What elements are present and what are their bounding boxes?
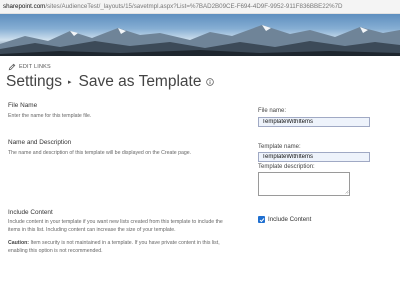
template-name-label: Template name: bbox=[258, 144, 301, 150]
pencil-icon bbox=[8, 63, 16, 70]
file-name-label: File name: bbox=[258, 108, 287, 114]
section-desc-name-description: The name and description of this templat… bbox=[8, 150, 192, 156]
template-name-input[interactable] bbox=[258, 152, 370, 162]
section-desc-file-name: Enter the name for this template file. bbox=[8, 113, 92, 119]
include-content-option[interactable]: Include Content bbox=[258, 215, 311, 224]
section-title-file-name: File Name bbox=[8, 102, 38, 109]
edit-links-button[interactable]: EDIT LINKS bbox=[8, 62, 51, 71]
section-title-include-content: Include Content bbox=[8, 209, 53, 216]
triangle-right-icon: ▸ bbox=[68, 79, 72, 86]
template-description-textarea[interactable] bbox=[258, 172, 350, 196]
info-icon[interactable] bbox=[206, 78, 215, 86]
checkmark-icon bbox=[259, 217, 264, 222]
page-title: Save as Template bbox=[78, 73, 202, 90]
include-content-checkbox[interactable] bbox=[258, 216, 265, 223]
file-name-input[interactable] bbox=[258, 117, 370, 127]
page-title-breadcrumb: Settings ▸ Save as Template bbox=[6, 71, 215, 93]
caution-text: Item security is not maintained in a tem… bbox=[8, 240, 220, 254]
caution-label: Caution: bbox=[8, 240, 30, 246]
template-description-label: Template description: bbox=[258, 164, 315, 170]
section-desc-include-content: Include content in your template if you … bbox=[8, 219, 223, 233]
site-banner-image bbox=[0, 14, 400, 56]
url-host: sharepoint.com bbox=[3, 3, 46, 10]
mountain-landscape-graphic bbox=[0, 25, 400, 56]
breadcrumb-settings-link[interactable]: Settings bbox=[6, 73, 62, 91]
edit-links-label: EDIT LINKS bbox=[19, 63, 51, 70]
include-content-label: Include Content bbox=[268, 216, 312, 223]
url-path: /sites/AudienceTest/_layouts/15/savetmpl… bbox=[45, 3, 343, 10]
resize-grip-icon[interactable] bbox=[345, 190, 349, 194]
section-caution-include-content: Caution: Item security is not maintained… bbox=[8, 240, 233, 256]
browser-address-bar[interactable]: sharepoint.com/sites/AudienceTest/_layou… bbox=[0, 0, 400, 14]
section-title-name-description: Name and Description bbox=[8, 139, 72, 146]
